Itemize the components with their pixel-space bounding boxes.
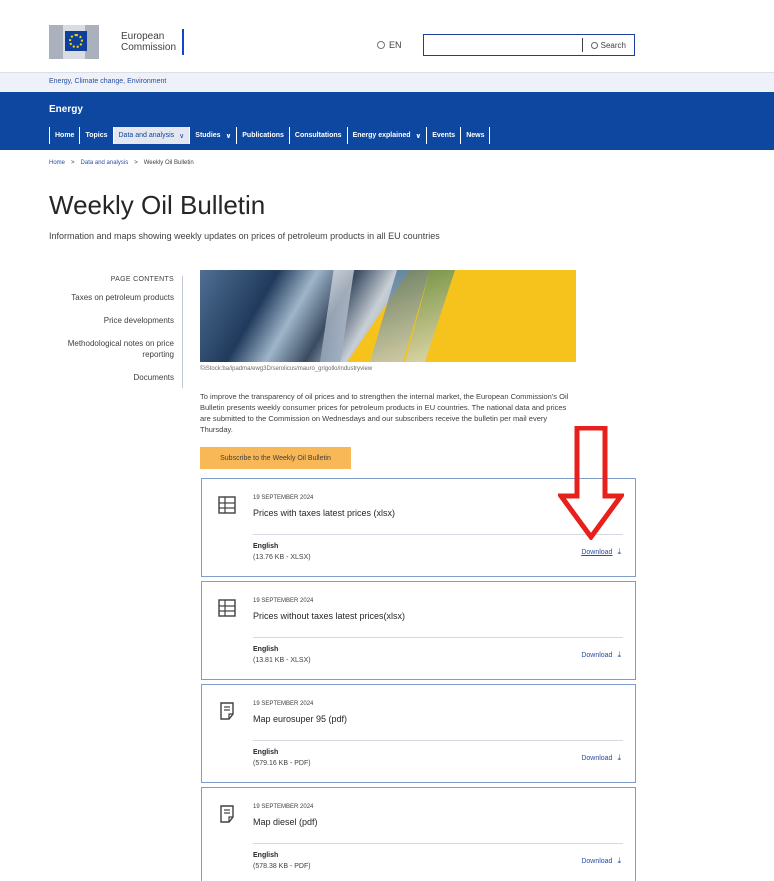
document-language: English	[253, 646, 279, 653]
menu-item-topics[interactable]: Topics	[79, 127, 112, 144]
document-language: English	[253, 852, 279, 859]
red-arrow-annotation	[558, 426, 624, 540]
menu-label: Consultations	[294, 132, 342, 139]
chevron-right-icon: >	[134, 160, 138, 166]
menu-item-publications[interactable]: Publications	[236, 127, 289, 144]
menu-item-news[interactable]: News	[460, 127, 491, 144]
breadcrumb-current: Weekly Oil Bulletin	[143, 160, 194, 166]
ec-logo-icon	[49, 25, 99, 59]
language-label: EN	[389, 40, 402, 50]
menu-item-events[interactable]: Events	[426, 127, 460, 144]
breadcrumb-section[interactable]: Data and analysis	[81, 160, 129, 166]
divider	[253, 843, 623, 844]
menu-label: News	[466, 132, 485, 139]
menu-label: Publications	[242, 132, 284, 139]
document-date: 19 SEPTEMBER 2024	[253, 804, 314, 810]
search-icon	[590, 41, 598, 49]
search-input[interactable]: Search	[423, 34, 635, 56]
download-icon: ⤓	[617, 753, 621, 762]
top-nav-bar: Energy, Climate change, Environment	[0, 72, 774, 92]
menu-label: Home	[55, 132, 75, 139]
page-intro: Information and maps showing weekly upda…	[49, 231, 440, 241]
breadcrumb: Home > Data and analysis > Weekly Oil Bu…	[49, 160, 194, 166]
menu-label: Topics	[85, 132, 108, 139]
chevron-down-icon: ∨	[179, 132, 185, 140]
top-nav-link[interactable]: Energy, Climate change, Environment	[49, 78, 166, 85]
document-date: 19 SEPTEMBER 2024	[253, 701, 314, 707]
subscribe-button[interactable]: Subscribe to the Weekly Oil Bulletin	[200, 447, 351, 469]
document-size: (13.81 KB - XLSX)	[253, 657, 311, 664]
divider	[253, 637, 623, 638]
menu-item-consultations[interactable]: Consultations	[288, 127, 347, 144]
globe-icon	[377, 41, 385, 49]
download-label: Download	[581, 754, 613, 762]
page-title: Weekly Oil Bulletin	[49, 190, 266, 220]
download-label: Download	[581, 548, 613, 556]
download-icon: ⤓	[617, 650, 621, 659]
menu-label: Energy explained	[352, 132, 411, 139]
search-button[interactable]: Search	[581, 38, 634, 52]
menu-label: Studies	[195, 132, 221, 139]
document-size: (579.16 KB - PDF)	[253, 760, 311, 767]
logo-text: European Commission	[121, 31, 176, 53]
toc-heading: PAGE CONTENTS	[110, 276, 174, 283]
main-menu: Home Topics Data and analysis ∨ Studies ∨ …	[49, 127, 491, 144]
ec-logo[interactable]: European Commission	[49, 25, 185, 59]
toc-item-methodological-notes[interactable]: Methodological notes on price reporting	[49, 338, 174, 360]
menu-label: Data and analysis	[118, 132, 175, 139]
document-icon	[220, 702, 234, 720]
document-card: 19 SEPTEMBER 2024 Prices without taxes l…	[201, 581, 636, 680]
page-contents: PAGE CONTENTS Taxes on petroleum product…	[49, 276, 183, 388]
document-language: English	[253, 543, 279, 550]
download-label: Download	[581, 857, 613, 865]
document-card: 19 SEPTEMBER 2024 Map diesel (pdf) Engli…	[201, 787, 636, 881]
document-title: Prices without taxes latest prices(xlsx)	[253, 611, 406, 621]
document-date: 19 SEPTEMBER 2024	[253, 598, 314, 604]
body-paragraph: To improve the transparency of oil price…	[200, 392, 569, 434]
toc-item-price-developments[interactable]: Price developments	[49, 315, 174, 326]
document-title: Prices with taxes latest prices (xlsx)	[253, 508, 396, 518]
download-link[interactable]: Download ⤓	[581, 753, 621, 763]
menu-item-studies[interactable]: Studies ∨	[189, 127, 236, 144]
chevron-down-icon: ∨	[415, 132, 422, 140]
toc-item-documents[interactable]: Documents	[49, 372, 174, 383]
download-link[interactable]: Download ⤓	[581, 650, 621, 660]
document-date: 19 SEPTEMBER 2024	[253, 495, 314, 501]
chevron-down-icon: ∨	[225, 132, 232, 140]
toc-item-taxes[interactable]: Taxes on petroleum products	[49, 292, 174, 303]
document-icon	[220, 805, 234, 823]
chevron-right-icon: >	[71, 160, 75, 166]
breadcrumb-home[interactable]: Home	[49, 160, 65, 166]
search-button-label: Search	[600, 40, 626, 50]
site-banner: Energy Home Topics Data and analysis ∨ St…	[0, 92, 774, 150]
spreadsheet-icon	[218, 599, 236, 617]
download-icon: ⤓	[617, 547, 621, 556]
document-size: (13.76 KB - XLSX)	[253, 554, 311, 561]
document-title: Map eurosuper 95 (pdf)	[253, 714, 348, 724]
hero-image	[200, 270, 576, 362]
document-size: (578.38 KB - PDF)	[253, 863, 311, 870]
language-selector[interactable]: EN	[377, 40, 402, 50]
download-label: Download	[581, 651, 613, 659]
logo-line-1: European	[121, 31, 165, 42]
logo-line-2: Commission	[121, 42, 177, 53]
logo-divider	[182, 29, 185, 55]
document-card: 19 SEPTEMBER 2024 Map eurosuper 95 (pdf)…	[201, 684, 636, 783]
menu-label: Events	[432, 132, 456, 139]
divider	[253, 740, 623, 741]
hero-credit: ©iStock:ba/ipadma/ewg3D/serolicus/mauro_…	[200, 366, 373, 372]
download-link[interactable]: Download ⤓	[581, 856, 621, 866]
spreadsheet-icon	[218, 496, 236, 514]
menu-item-home[interactable]: Home	[49, 127, 79, 144]
document-title: Map diesel (pdf)	[253, 817, 318, 827]
document-language: English	[253, 749, 279, 756]
download-icon: ⤓	[617, 856, 621, 865]
menu-item-data-and-analysis[interactable]: Data and analysis ∨	[112, 127, 190, 144]
site-header: European Commission EN Search	[0, 0, 774, 72]
download-link[interactable]: Download ⤓	[581, 547, 621, 557]
site-name[interactable]: Energy	[49, 104, 83, 115]
menu-item-energy-explained[interactable]: Energy explained ∨	[346, 127, 427, 144]
